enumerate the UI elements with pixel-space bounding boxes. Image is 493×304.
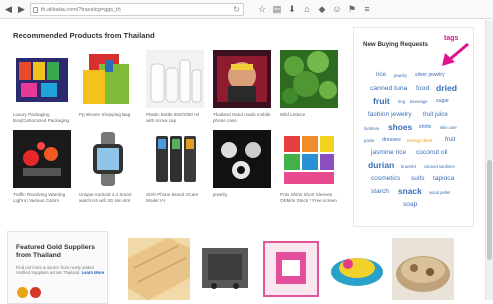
product-card[interactable]: Traffic Revolving Warning Light in Vario… — [13, 130, 71, 204]
recommended-title: Recommended Products from Thailand — [13, 31, 155, 40]
tag-link[interactable]: snack — [398, 187, 422, 196]
product-image[interactable] — [213, 130, 271, 188]
product-image[interactable] — [146, 130, 204, 188]
product-card[interactable]: 3G/0 Phone Brand VCare Model V-I — [146, 130, 204, 204]
forward-icon[interactable]: ▶ — [15, 3, 28, 16]
tag-link[interactable]: sugar — [436, 98, 449, 104]
tag-link[interactable]: bracelet — [401, 164, 416, 169]
download-icon[interactable]: ⬇ — [286, 3, 298, 16]
tag-link[interactable]: fruit — [373, 97, 390, 106]
tag-link[interactable]: suits — [411, 175, 425, 183]
product-caption[interactable]: Polo Shirts Short Sleeves OEM/in Stock *… — [280, 192, 338, 204]
tag-link[interactable]: shoes — [388, 123, 412, 132]
tag-link[interactable]: canned sardines — [424, 164, 455, 169]
tag-link[interactable]: shirts — [419, 124, 431, 130]
learn-more-link[interactable]: Learn More — [82, 270, 105, 275]
tag-link[interactable]: dresses — [382, 137, 401, 143]
product-card[interactable]: jewelry — [213, 130, 271, 198]
tag-link[interactable]: cosmetics — [371, 175, 400, 183]
product-image[interactable] — [280, 50, 338, 108]
product-card[interactable]: Polo Shirts Short Sleeves OEM/in Stock *… — [280, 130, 338, 204]
product-image[interactable] — [79, 50, 137, 108]
tag-link[interactable]: tapioca — [433, 175, 454, 183]
address-bar[interactable]: th.alibaba.com/?tracelog=ggs_th ↻ — [30, 3, 244, 16]
tag-link[interactable]: coconut oil — [416, 149, 448, 157]
tag-link[interactable]: silver jewelry — [415, 72, 445, 78]
back-icon[interactable]: ◀ — [2, 3, 15, 16]
product-caption[interactable]: Traffic Revolving Warning Light in Vario… — [13, 192, 71, 204]
tag-link[interactable]: durian — [368, 161, 394, 170]
tag-link[interactable]: fruit juice — [423, 111, 448, 118]
product-caption[interactable]: jewelry — [213, 192, 271, 198]
supplier-image[interactable] — [194, 238, 256, 300]
product-card[interactable]: Unique Android 4.4 Smart watch K6 wifi 3… — [79, 130, 137, 204]
annotation-arrow-icon — [442, 42, 469, 66]
tag-link[interactable]: canned tuna — [370, 85, 407, 93]
tag-link[interactable]: fashion jewelry — [368, 111, 412, 119]
tag-link[interactable]: energy drink — [407, 138, 432, 144]
gold-suppliers-desc: Find out more & source from newly added … — [16, 265, 106, 276]
supplier-image[interactable] — [392, 238, 454, 300]
product-card[interactable]: Wild Lettuce — [280, 50, 338, 118]
tag-link[interactable]: food — [416, 85, 429, 93]
tag-link[interactable]: wood pellet — [429, 190, 450, 195]
product-image[interactable] — [213, 50, 271, 108]
tag-link[interactable]: ring — [398, 99, 405, 104]
browser-toolbar: ◀ ▶ th.alibaba.com/?tracelog=ggs_th ↻ ☆ … — [0, 0, 493, 19]
product-image[interactable] — [146, 50, 204, 108]
product-caption[interactable]: Unique Android 4.4 Smart watch K6 wifi 3… — [79, 192, 137, 204]
tag-link[interactable]: soap — [403, 201, 417, 209]
page-scrollbar[interactable] — [485, 20, 493, 300]
home-icon[interactable]: ⌂ — [301, 3, 313, 16]
pocket-icon[interactable]: ◆ — [316, 3, 328, 16]
tag-link[interactable]: jasmine rice — [371, 149, 406, 157]
product-image[interactable] — [79, 130, 137, 188]
product-caption[interactable]: 3G/0 Phone Brand VCare Model V-I — [146, 192, 204, 204]
buying-requests-title: New Buying Requests — [363, 41, 428, 48]
tag-link[interactable]: jewelry — [394, 73, 407, 78]
product-image[interactable] — [280, 130, 338, 188]
scrollbar-thumb[interactable] — [487, 160, 492, 260]
chat-icon[interactable]: ☺ — [331, 3, 343, 16]
tag-link[interactable]: starch — [371, 188, 389, 196]
product-caption[interactable]: Luxury Packaging Box|Customized Packagin… — [13, 112, 71, 124]
tag-link[interactable]: beverage — [410, 99, 427, 104]
product-image[interactable] — [13, 130, 71, 188]
supplier-image[interactable] — [260, 238, 322, 300]
verified-badge-icon — [30, 287, 41, 298]
menu-icon[interactable]: ≡ — [361, 3, 373, 16]
gold-badge-icon — [17, 287, 28, 298]
gold-suppliers-title: Featured Gold Suppliers from Thailand — [16, 244, 95, 259]
product-card[interactable]: Pp Woven Shopping Bag — [79, 50, 137, 118]
product-card[interactable]: Plastic Bottle 500/1000 ml with screw ca… — [146, 50, 204, 124]
extension-icon[interactable]: ⚑ — [346, 3, 358, 16]
product-image[interactable] — [13, 50, 71, 108]
tag-link[interactable]: furniture — [364, 126, 379, 131]
bookmark-star-icon[interactable]: ☆ — [256, 3, 268, 16]
reload-icon[interactable]: ↻ — [233, 4, 240, 15]
product-caption[interactable]: Wild Lettuce — [280, 112, 338, 118]
product-caption[interactable]: Pp Woven Shopping Bag — [79, 112, 137, 118]
tag-link[interactable]: rice — [376, 71, 386, 78]
tag-link[interactable]: fruit — [445, 136, 455, 143]
product-caption[interactable]: Thailand Hand made mobile phone case — [213, 112, 271, 124]
product-card[interactable]: Thailand Hand made mobile phone case — [213, 50, 271, 124]
tag-link[interactable]: dried — [436, 84, 457, 93]
supplier-image[interactable] — [326, 238, 388, 300]
supplier-image[interactable] — [128, 238, 190, 300]
product-card[interactable]: Luxury Packaging Box|Customized Packagin… — [13, 50, 71, 124]
annotation-label: tags — [444, 35, 459, 42]
tag-link[interactable]: pants — [364, 138, 374, 143]
page-content: Recommended Products from Thailand Luxur… — [0, 20, 485, 304]
product-caption[interactable]: Plastic Bottle 500/1000 ml with screw ca… — [146, 112, 204, 124]
lock-icon — [33, 7, 38, 13]
gold-suppliers-box: Featured Gold Suppliers from Thailand Fi… — [7, 231, 108, 304]
reading-list-icon[interactable]: ▤ — [271, 3, 283, 16]
tag-link[interactable]: skin care — [440, 125, 457, 130]
url-text: th.alibaba.com/?tracelog=ggs_th — [41, 7, 121, 13]
